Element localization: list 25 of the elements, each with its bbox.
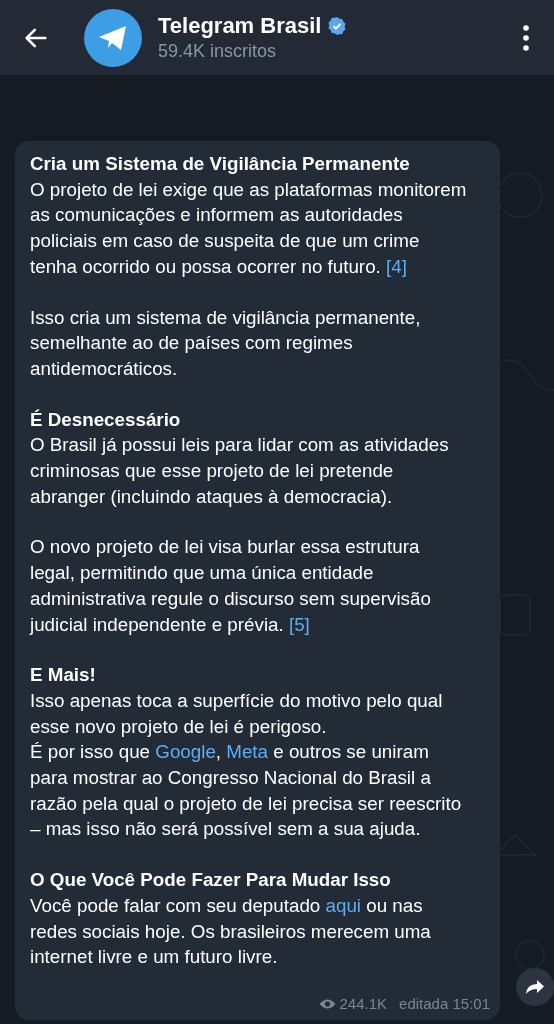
more-menu-icon[interactable] bbox=[522, 23, 530, 52]
message-paragraph: O novo projeto de lei visa burlar essa estrutura legal, permitindo que uma única entidade administrativa regule o discurso sem supervisão judicial independente e prévia. [5] bbox=[30, 535, 432, 637]
message-paragraph: É por isso que Google, Meta e outros se uniram para mostrar ao Congresso Nacional do Brasil a razão pela qual o projeto de lei precisa ser reescrito – mas isso não será possível sem a sua ajuda. bbox=[30, 740, 463, 842]
message-link[interactable]: aqui bbox=[325, 894, 361, 916]
view-count: 244.1K bbox=[339, 995, 388, 1012]
message-paragraph: O projeto de lei exige que as plataformas monitorem as comunicações e informem as autoridades policiais em caso de suspeita de que um crime tenha ocorrido ou possa ocorrer no futuro. [4] bbox=[30, 177, 468, 279]
message-paragraph: Isso cria um sistema de vigilância permanente, semelhante ao de países com regimes antidemocráticos. bbox=[30, 305, 422, 381]
paper-plane-icon bbox=[97, 23, 129, 52]
eye-icon bbox=[318, 997, 336, 1010]
channel-title: Telegram Brasil bbox=[158, 13, 322, 39]
message-paragraph: Isso apenas toca a superfície do motivo pelo qual esse novo projeto de lei é perigoso. bbox=[30, 688, 444, 739]
section-heading: Cria um Sistema de Vigilância Permanente bbox=[30, 152, 411, 176]
message-paragraph: O Brasil já possui leis para lidar com as atividades criminosas que esse projeto de lei pretende abranger (incluindo ataques à democracia). bbox=[30, 433, 450, 509]
subscriber-count: 59.4K inscritos bbox=[158, 41, 278, 62]
share-arrow-icon bbox=[525, 979, 545, 995]
message-link[interactable]: Google bbox=[155, 741, 216, 763]
message-time: editada 15:01 bbox=[399, 995, 490, 1012]
message-link[interactable]: [4] bbox=[386, 255, 407, 277]
section-heading: O Que Você Pode Fazer Para Mudar Isso bbox=[30, 868, 392, 893]
message-link[interactable]: Meta bbox=[226, 741, 269, 763]
section-heading: É Desnecessário bbox=[30, 407, 182, 432]
message-paragraph: Você pode falar com seu deputado aqui ou nas redes sociais hoje. Os brasileiros merecem uma internet livre e um futuro livre. bbox=[30, 893, 432, 970]
section-heading: E Mais! bbox=[30, 663, 97, 688]
message-link[interactable]: [5] bbox=[288, 613, 310, 635]
channel-avatar[interactable] bbox=[84, 8, 142, 67]
